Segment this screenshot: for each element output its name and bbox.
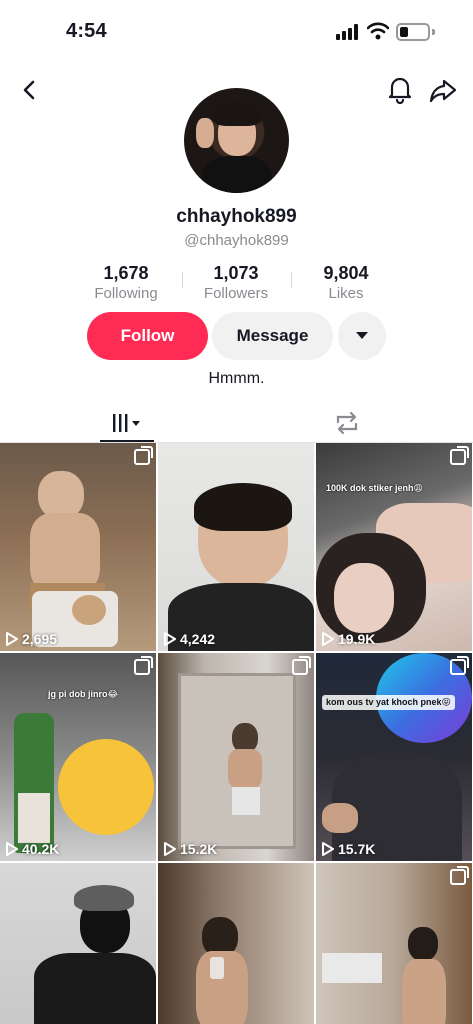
video-caption: jg pi dob jinro😂 xyxy=(48,689,119,699)
follow-button[interactable]: Follow xyxy=(87,312,208,360)
video-thumbnail[interactable]: jg pi dob jinro😂 40.2K xyxy=(0,653,156,861)
video-caption: 100K dok stiker jenh😩 xyxy=(326,483,423,493)
signal-icon xyxy=(336,24,360,40)
multi-image-icon xyxy=(292,656,311,675)
play-icon xyxy=(322,842,334,856)
video-thumbnail[interactable]: 2,695 xyxy=(0,443,156,651)
video-views: 40.2K xyxy=(6,841,59,857)
multi-image-icon xyxy=(450,656,469,675)
followers-label: Followers xyxy=(203,285,269,302)
following-label: Following xyxy=(94,285,158,302)
multi-image-icon xyxy=(450,866,469,885)
tab-videos[interactable] xyxy=(100,404,154,442)
repost-icon xyxy=(336,411,358,435)
stat-followers[interactable]: 1,073 Followers xyxy=(181,263,291,302)
play-icon xyxy=(164,842,176,856)
avatar xyxy=(184,88,289,193)
bell-icon[interactable] xyxy=(386,74,414,104)
video-views: 15.2K xyxy=(164,841,217,857)
video-thumbnail[interactable] xyxy=(158,863,314,1024)
following-count: 1,678 xyxy=(103,263,149,283)
video-thumbnail[interactable]: 100K dok stiker jenh😩 19.9K xyxy=(316,443,472,651)
video-grid: 2,695 4,242 100K dok stiker jenh😩 19.9K … xyxy=(0,443,473,1024)
status-bar: 4:54 xyxy=(0,0,473,64)
multi-image-icon xyxy=(450,446,469,465)
video-views: 2,695 xyxy=(6,631,57,647)
bio: Hmmm. xyxy=(208,370,265,387)
video-thumbnail[interactable] xyxy=(316,863,472,1024)
tab-reposts[interactable] xyxy=(320,404,374,442)
play-icon xyxy=(322,632,334,646)
video-views: 15.7K xyxy=(322,841,375,857)
followers-count: 1,073 xyxy=(213,263,259,283)
share-icon[interactable] xyxy=(428,76,458,104)
handle: @chhayhok899 xyxy=(184,232,289,249)
status-time: 4:54 xyxy=(66,20,107,42)
play-icon xyxy=(164,632,176,646)
wifi-icon xyxy=(367,22,389,40)
video-views: 19.9K xyxy=(322,631,375,647)
video-thumbnail[interactable]: kom ous tv yat khoch pnek😝 15.7K xyxy=(316,653,472,861)
multi-image-icon xyxy=(134,656,153,675)
video-caption: kom ous tv yat khoch pnek😝 xyxy=(322,695,455,710)
back-button[interactable] xyxy=(16,76,44,104)
stat-following[interactable]: 1,678 Following xyxy=(71,263,181,302)
caret-down-icon xyxy=(356,332,368,339)
likes-count: 9,804 xyxy=(323,263,369,283)
stat-likes[interactable]: 9,804 Likes xyxy=(291,263,401,302)
likes-label: Likes xyxy=(328,285,364,302)
more-options-button[interactable] xyxy=(338,312,386,360)
video-thumbnail[interactable]: 4,242 xyxy=(158,443,314,651)
video-views: 4,242 xyxy=(164,631,215,647)
battery-icon xyxy=(396,23,430,41)
play-icon xyxy=(6,842,18,856)
grid-icon xyxy=(113,414,140,432)
video-thumbnail[interactable]: 15.2K xyxy=(158,653,314,861)
multi-image-icon xyxy=(134,446,153,465)
username: chhayhok899 xyxy=(176,206,297,227)
play-icon xyxy=(6,632,18,646)
message-button[interactable]: Message xyxy=(212,312,333,360)
video-thumbnail[interactable] xyxy=(0,863,156,1024)
